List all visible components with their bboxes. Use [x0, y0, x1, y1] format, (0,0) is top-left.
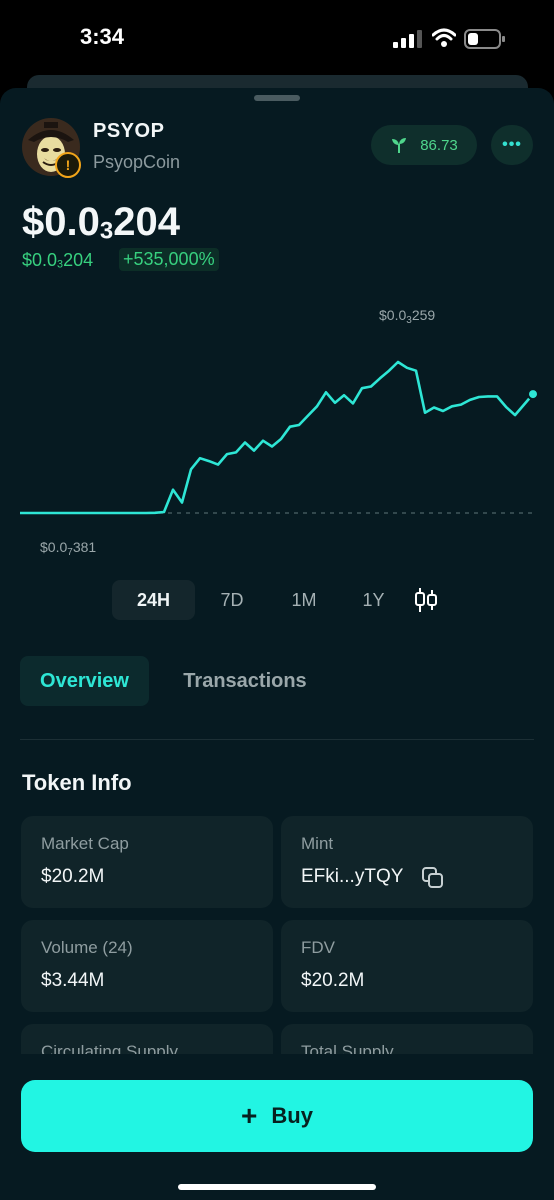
token-price: $0.03204	[22, 200, 180, 245]
buy-label: Buy	[271, 1103, 313, 1128]
fdv-card: FDV $20.2M	[281, 920, 533, 1012]
token-symbol: PSYOP	[93, 120, 165, 142]
candlestick-toggle[interactable]	[408, 580, 444, 620]
status-time: 3:34	[80, 24, 125, 49]
mint-label: Mint	[301, 834, 334, 853]
more-options-button[interactable]: •••	[491, 125, 533, 165]
market-cap-value: $20.2M	[41, 866, 105, 887]
buy-button[interactable]: + Buy	[21, 1080, 533, 1152]
price-chart[interactable]: $0.03259 $0.07381	[0, 298, 554, 568]
fdv-value: $20.2M	[301, 970, 365, 991]
score-badge[interactable]: 86.73	[371, 125, 477, 165]
sprout-icon	[392, 138, 407, 153]
battery-icon	[464, 29, 505, 49]
volume-value: $3.44M	[41, 970, 105, 991]
price-change-percent: +535,000%	[119, 248, 219, 271]
current-price-dot	[527, 388, 539, 401]
token-info-title: Token Info	[22, 770, 132, 795]
range-24h[interactable]: 24H	[112, 580, 195, 620]
divider	[20, 739, 534, 740]
drag-handle[interactable]	[254, 95, 300, 101]
volume-card: Volume (24) $3.44M	[21, 920, 273, 1012]
candlestick-icon	[415, 588, 437, 612]
tab-overview[interactable]: Overview	[20, 656, 149, 706]
fdv-label: FDV	[301, 938, 335, 957]
max-price-label: $0.03259	[379, 307, 435, 326]
wifi-icon	[432, 28, 456, 47]
price-change-amount: $0.03204	[22, 250, 94, 271]
range-1m[interactable]: 1M	[274, 580, 334, 620]
price-line	[20, 360, 534, 515]
market-cap-label: Market Cap	[41, 834, 129, 853]
market-cap-card: Market Cap $20.2M	[21, 816, 273, 908]
home-indicator	[178, 1184, 376, 1190]
copy-icon[interactable]	[421, 866, 445, 890]
mint-card: Mint EFki...yTQY	[281, 816, 533, 908]
warning-icon: !	[55, 152, 81, 178]
volume-label: Volume (24)	[41, 938, 133, 957]
cellular-signal-icon	[393, 30, 422, 48]
mint-value: EFki...yTQY	[301, 866, 404, 887]
min-price-label: $0.07381	[40, 539, 96, 558]
plus-icon: +	[241, 1100, 258, 1131]
range-7d[interactable]: 7D	[203, 580, 261, 620]
tab-transactions[interactable]: Transactions	[175, 656, 315, 706]
score-value: 86.73	[420, 136, 458, 154]
range-1y[interactable]: 1Y	[346, 580, 401, 620]
token-name: PsyopCoin	[93, 152, 181, 172]
token-sheet: ! PSYOP PsyopCoin 86.73 ••• $0.03204 $0.…	[0, 88, 554, 1200]
status-bar: 3:34	[0, 0, 554, 76]
